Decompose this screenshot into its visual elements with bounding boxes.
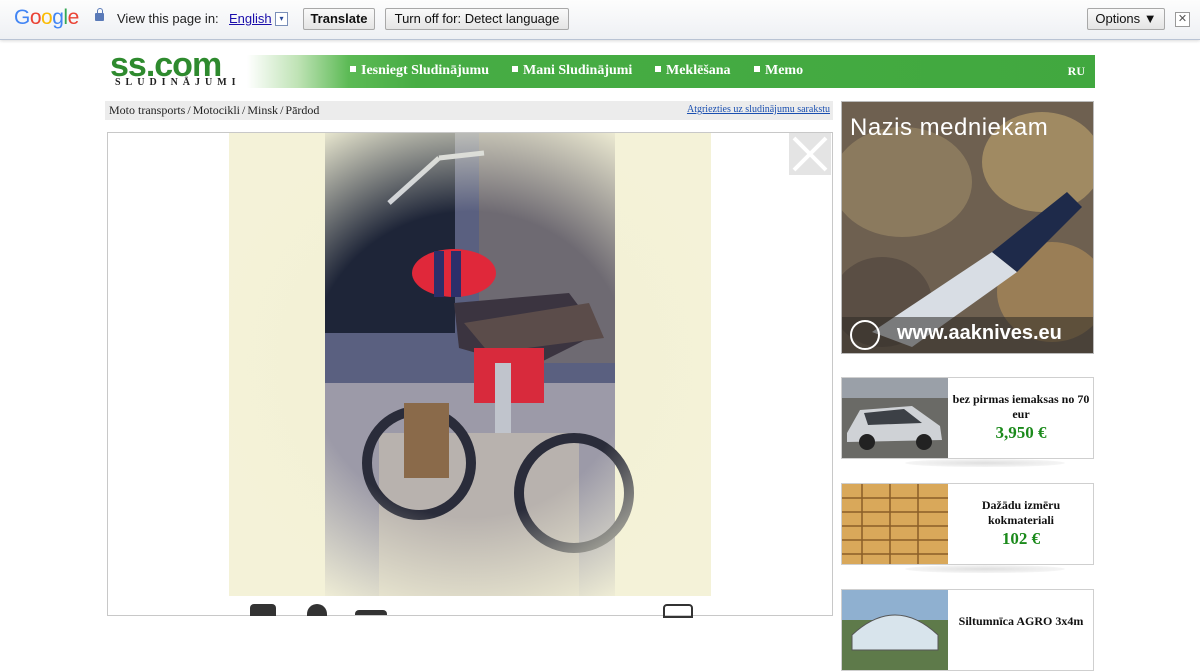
greenhouse-ad-card[interactable]: Siltumnīca AGRO 3x4m	[841, 589, 1094, 671]
knife-banner-ad[interactable]: Nazis medniekam www.aaknives.eu	[841, 101, 1094, 354]
banner-url: www.aaknives.eu	[897, 322, 1062, 344]
ad-price: 3,950 €	[995, 423, 1047, 442]
language-link[interactable]: English	[229, 11, 272, 26]
banner-title: Nazis medniekam	[850, 114, 1049, 141]
ad-text: bez pirmas iemaksas no 70 eur	[952, 392, 1090, 421]
nav-my-ads[interactable]: Mani Sludinājumi	[512, 63, 632, 79]
site-header: Iesniegt Sludinājumu Mani Sludinājumi Me…	[107, 46, 1095, 88]
main-nav: Iesniegt Sludinājumu Mani Sludinājumi Me…	[247, 55, 1095, 88]
translate-prompt: View this page in:	[117, 11, 219, 26]
car-image	[842, 378, 948, 458]
translate-button[interactable]: Translate	[303, 8, 375, 30]
photo-tool-icon[interactable]	[355, 610, 387, 615]
back-to-list-link[interactable]: Atgriezties uz sludinājumu sarakstu	[687, 104, 830, 115]
close-photo-icon[interactable]	[789, 133, 831, 175]
nav-memo[interactable]: Memo	[754, 63, 803, 79]
breadcrumb: Moto transports / Motocikli / Minsk / Pārdod A…	[105, 101, 833, 120]
ad-price: 102 €	[1001, 529, 1041, 548]
listing-photo[interactable]	[229, 133, 711, 596]
lang-ru-link[interactable]: RU	[1068, 64, 1085, 79]
close-icon[interactable]: ✕	[1175, 12, 1190, 27]
breadcrumb-item[interactable]: Pārdod	[285, 103, 319, 117]
greenhouse-image	[842, 590, 948, 670]
nav-search[interactable]: Meklēšana	[655, 63, 731, 79]
site-logo[interactable]: ss.com SLUDINĀJUMI	[110, 46, 250, 92]
ad-text: Dažādu izmēru kokmateriali	[981, 498, 1061, 527]
nav-submit-ad[interactable]: Iesniegt Sludinājumu	[350, 63, 489, 79]
breadcrumb-item[interactable]: Motocikli	[193, 103, 240, 117]
google-logo: Google	[14, 6, 79, 29]
ad-text: Siltumnīca AGRO 3x4m	[958, 614, 1084, 628]
lock-icon	[95, 8, 104, 21]
photo-viewer	[107, 132, 833, 616]
car-ad-card[interactable]: bez pirmas iemaksas no 70 eur 3,950 €	[841, 377, 1094, 459]
photo-tool-icon[interactable]	[663, 604, 693, 618]
turn-off-button[interactable]: Turn off for: Detect language	[385, 8, 569, 30]
photo-tool-icon[interactable]	[250, 604, 276, 616]
options-button[interactable]: Options ▼	[1087, 8, 1165, 30]
timber-image	[842, 484, 948, 564]
breadcrumb-item[interactable]: Minsk	[247, 103, 278, 117]
breadcrumb-item[interactable]: Moto transports	[109, 103, 185, 117]
language-dropdown-icon[interactable]: ▾	[275, 12, 288, 26]
timber-ad-card[interactable]: Dažādu izmēru kokmateriali 102 €	[841, 483, 1094, 565]
translate-bar: Google View this page in: English ▾ Tran…	[0, 0, 1200, 40]
banner-logo-icon	[850, 320, 880, 350]
